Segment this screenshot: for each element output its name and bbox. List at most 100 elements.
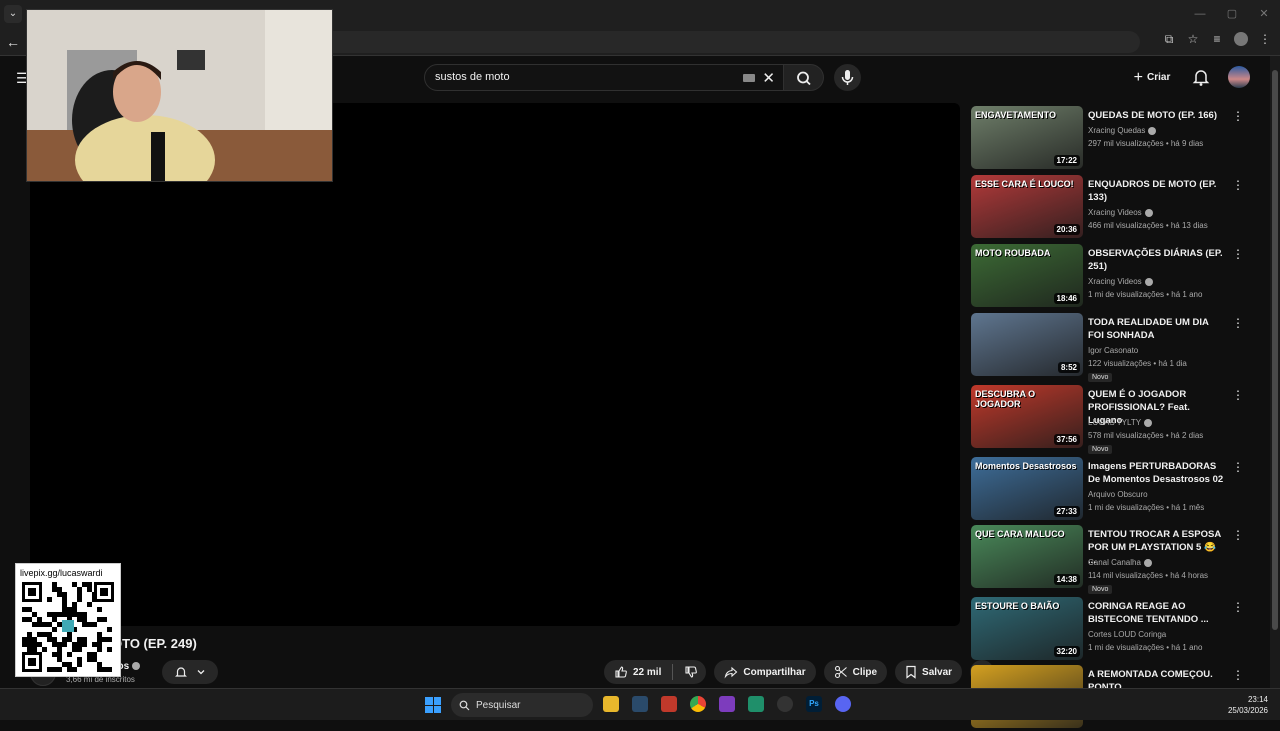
search-query[interactable]: sustos de moto [435, 71, 510, 83]
subscription-bell-button[interactable] [162, 660, 218, 684]
channel-name-text[interactable]: Xracing Videos [1088, 208, 1142, 217]
recommendation-item[interactable]: ENGAVETAMENTO 17:22 QUEDAS DE MOTO (EP. 16… [970, 106, 1250, 172]
browser-menu-icon[interactable]: ⋮ [1258, 32, 1272, 46]
media-controls-icon[interactable]: ≡ [1210, 32, 1224, 46]
new-badge: Novo [1088, 585, 1113, 594]
recommendation-channel[interactable]: Cortes LOUD Coringa [1088, 630, 1166, 639]
video-thumbnail[interactable]: DESCUBRA O JOGADOR 37:56 [971, 385, 1083, 448]
video-thumbnail[interactable]: 8:52 [971, 313, 1083, 376]
thumbnail-caption: MOTO ROUBADA [975, 248, 1051, 258]
channel-name-text[interactable]: Igor Casonato [1088, 346, 1138, 355]
video-thumbnail[interactable]: MOTO ROUBADA 18:46 [971, 244, 1083, 307]
video-thumbnail[interactable]: QUE CARA MALUCO 14:38 [971, 525, 1083, 588]
save-label: Salvar [922, 666, 953, 678]
channel-name-text[interactable]: Arquivo Obscuro [1088, 490, 1148, 499]
system-clock[interactable]: 23:14 25/03/2026 [1228, 694, 1268, 716]
search-button[interactable] [784, 64, 824, 91]
account-avatar[interactable] [1228, 66, 1250, 88]
thumbnail-caption: Momentos Desastrosos [975, 461, 1077, 471]
recommendation-item[interactable]: DESCUBRA O JOGADOR 37:56 QUEM É O JOGADOR … [970, 385, 1250, 454]
clear-search-icon[interactable]: ✕ [762, 69, 775, 87]
verified-icon [132, 662, 141, 671]
more-vertical-icon[interactable]: ⋮ [1232, 460, 1244, 474]
channel-name-text[interactable]: Cortes LOUD Coringa [1088, 630, 1166, 639]
video-thumbnail[interactable]: ESTOURE O BAIÃO 32:20 [971, 597, 1083, 660]
more-vertical-icon[interactable]: ⋮ [1232, 316, 1244, 330]
close-window-icon[interactable]: ✕ [1248, 0, 1280, 28]
share-button[interactable]: Compartilhar [714, 660, 816, 684]
more-vertical-icon[interactable]: ⋮ [1232, 178, 1244, 192]
recommendation-title[interactable]: TODA REALIDADE UM DIA FOI SONHADA [1088, 316, 1224, 342]
thumbs-up-icon [615, 666, 627, 678]
video-thumbnail[interactable]: ENGAVETAMENTO 17:22 [971, 106, 1083, 169]
recommendation-channel[interactable]: Arquivo Obscuro [1088, 490, 1148, 499]
bookmark-icon [906, 665, 916, 679]
more-vertical-icon[interactable]: ⋮ [1232, 109, 1244, 123]
minimize-icon[interactable]: — [1184, 0, 1216, 28]
recommendation-item[interactable]: ESSE CARA É LOUCO! 20:36 ENQUADROS DE MOTO… [970, 175, 1250, 241]
channel-name-text[interactable]: Canal Canalha [1088, 558, 1141, 567]
voice-search-button[interactable] [834, 64, 861, 91]
thumbs-down-icon[interactable] [684, 665, 698, 679]
channel-name-text[interactable]: Xracing Quedas [1088, 126, 1145, 135]
recommendation-channel[interactable]: Canal Canalha [1088, 558, 1152, 567]
bookmark-star-icon[interactable]: ☆ [1186, 32, 1200, 46]
recommendation-title[interactable]: CORINGA REAGE AO BISTECONE TENTANDO ... [1088, 600, 1224, 626]
recommendation-item[interactable]: MOTO ROUBADA 18:46 OBSERVAÇÕES DIÁRIAS (EP… [970, 244, 1250, 310]
discord-icon[interactable] [835, 696, 851, 712]
clock-date: 25/03/2026 [1227, 706, 1268, 715]
maximize-icon[interactable]: ▢ [1216, 0, 1248, 28]
notifications-button[interactable] [1190, 66, 1212, 88]
like-count: 22 mil [633, 666, 662, 678]
search-input[interactable]: sustos de moto ✕ [424, 64, 784, 91]
windows-start-icon[interactable] [425, 697, 441, 713]
recommendation-channel[interactable]: LUCAS TYLTY [1088, 418, 1153, 427]
video-title: OTO (EP. 249) [112, 636, 197, 651]
recommendation-stats: 578 mil visualizações • há 2 dias [1088, 431, 1204, 440]
more-vertical-icon[interactable]: ⋮ [1232, 600, 1244, 614]
install-app-icon[interactable]: ⧉ [1162, 32, 1176, 46]
recommendation-channel[interactable]: Xracing Quedas [1088, 126, 1157, 135]
clip-button[interactable]: Clipe [823, 660, 888, 684]
recommendation-item[interactable]: QUE CARA MALUCO 14:38 TENTOU TROCAR A ESPO… [970, 525, 1250, 594]
photoshop-icon[interactable]: Ps [806, 696, 822, 712]
more-vertical-icon[interactable]: ⋮ [1232, 668, 1244, 682]
more-vertical-icon[interactable]: ⋮ [1232, 528, 1244, 542]
app-icon[interactable] [719, 696, 735, 712]
taskbar-search[interactable]: Pesquisar [451, 693, 593, 717]
microphone-icon [841, 70, 854, 85]
video-thumbnail[interactable]: Momentos Desastrosos 27:33 [971, 457, 1083, 520]
video-thumbnail[interactable]: ESSE CARA É LOUCO! 20:36 [971, 175, 1083, 238]
recommendation-title[interactable]: OBSERVAÇÕES DIÁRIAS (EP. 251) [1088, 247, 1224, 273]
steam-icon[interactable] [632, 696, 648, 712]
channel-name-text[interactable]: LUCAS TYLTY [1088, 418, 1141, 427]
taskbar-apps: Ps [603, 696, 851, 712]
profile-icon[interactable] [1234, 32, 1248, 46]
recommendation-title[interactable]: Imagens PERTURBADORAS De Momentos Desast… [1088, 460, 1224, 486]
recommendation-item[interactable]: ESTOURE O BAIÃO 32:20 CORINGA REAGE AO BIS… [970, 597, 1250, 663]
recommendation-channel[interactable]: Xracing Videos [1088, 208, 1153, 217]
bell-icon [1192, 70, 1210, 86]
save-button[interactable]: Salvar [895, 660, 963, 684]
create-button[interactable]: + Criar [1124, 64, 1180, 91]
recommendation-title[interactable]: QUEDAS DE MOTO (EP. 166) [1088, 109, 1224, 122]
recommendation-channel[interactable]: Xracing Videos [1088, 277, 1153, 286]
scrollbar-thumb[interactable] [1272, 70, 1278, 630]
recommendation-channel[interactable]: Igor Casonato [1088, 346, 1138, 355]
page-scrollbar[interactable] [1270, 56, 1280, 688]
back-arrow-icon[interactable]: ← [6, 33, 24, 51]
recommendation-title[interactable]: ENQUADROS DE MOTO (EP. 133) [1088, 178, 1224, 204]
chrome-icon[interactable] [690, 696, 706, 712]
recommendation-item[interactable]: 8:52 TODA REALIDADE UM DIA FOI SONHADA Igo… [970, 313, 1250, 382]
netflix-icon[interactable] [661, 696, 677, 712]
file-explorer-icon[interactable] [603, 696, 619, 712]
obs-icon[interactable] [777, 696, 793, 712]
tab-search-icon[interactable]: ⌄ [4, 5, 22, 23]
like-button[interactable]: 22 mil [604, 660, 707, 684]
channel-name-text[interactable]: Xracing Videos [1088, 277, 1142, 286]
more-vertical-icon[interactable]: ⋮ [1232, 388, 1244, 402]
recommendation-item[interactable]: Momentos Desastrosos 27:33 Imagens PERTURB… [970, 457, 1250, 523]
terminal-icon[interactable] [748, 696, 764, 712]
more-vertical-icon[interactable]: ⋮ [1232, 247, 1244, 261]
keyboard-icon[interactable] [743, 74, 755, 82]
